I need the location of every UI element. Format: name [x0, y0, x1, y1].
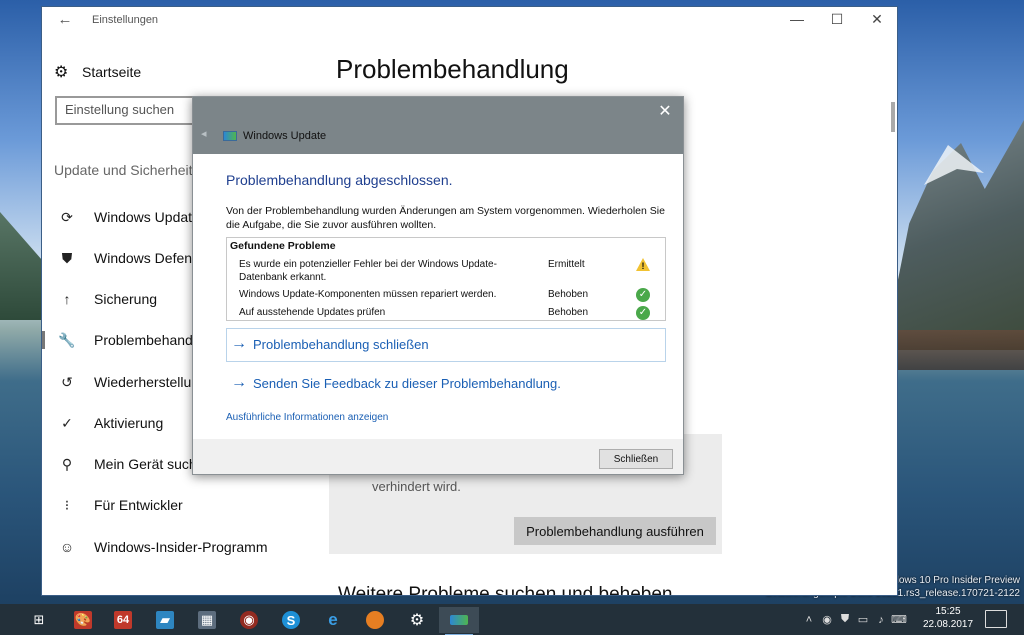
mountain-left [0, 212, 42, 320]
page-title: Problembehandlung [336, 54, 569, 84]
details-link[interactable]: Ausführliche Informationen anzeigen [226, 412, 388, 423]
troubleshooter-dialog: ✕ ◂ Windows Update Problembehandlung abg… [192, 96, 684, 475]
problem-status: Behoben [548, 289, 589, 300]
problems-title: Gefundene Probleme [230, 240, 336, 252]
arrow-right-icon: → [231, 374, 247, 391]
dialog-description: Von der Problembehandlung wurden Änderun… [226, 205, 665, 231]
dialog-app-title: Windows Update [223, 130, 326, 142]
history-icon: ↺ [61, 373, 73, 390]
close-button[interactable]: ✕ [867, 11, 887, 28]
skype-icon: S [282, 611, 300, 629]
warning-icon: ! [636, 258, 650, 272]
folder-icon: ▰ [156, 611, 174, 629]
taskbar-paint[interactable]: 🎨 [63, 607, 103, 633]
windows-update-icon [223, 131, 237, 141]
app-64-icon: 64 [114, 611, 132, 629]
dialog-header: ✕ ◂ Windows Update [193, 97, 683, 154]
scrollbar[interactable] [891, 102, 895, 132]
sidebar-item-label: Für Entwickler [94, 497, 183, 513]
back-arrow-icon[interactable]: ← [50, 11, 80, 28]
check-icon: ✓ [636, 288, 650, 302]
problem-status: Ermittelt [548, 259, 585, 270]
village-shore [894, 330, 1024, 370]
chevron-up-icon[interactable]: ˄ [800, 614, 818, 626]
troubleshooter-description: verhindert wird. [372, 479, 461, 494]
keyboard-icon[interactable]: ⌨ [890, 613, 908, 626]
edge-icon: e [328, 610, 338, 629]
sync-icon: ⟳ [61, 208, 73, 225]
maximize-button[interactable]: ☐ [827, 11, 847, 28]
developer-icon: ⁝ [64, 496, 70, 513]
section-header: Update und Sicherheit [54, 162, 193, 178]
clock-time: 15:25 [935, 606, 961, 617]
problem-status: Behoben [548, 307, 589, 318]
watermark-edition: Windows 10 Pro Insider Preview [876, 575, 1020, 586]
problems-list: Gefundene Probleme Es wurde ein potenzie… [226, 237, 666, 321]
clock-date: 22.08.2017 [922, 619, 974, 630]
dialog-body: Problembehandlung abgeschlossen. Von der… [193, 154, 683, 439]
check-circle-icon: ✓ [61, 414, 73, 431]
notification-center-icon[interactable] [985, 610, 1007, 628]
record-icon[interactable]: ◉ [818, 613, 836, 626]
arrow-right-icon: → [231, 335, 247, 352]
dialog-heading: Problembehandlung abgeschlossen. [226, 172, 453, 188]
sidebar-item-developers[interactable]: ⁝ Für Entwickler [42, 487, 317, 523]
person-pin-icon: ⚲ [61, 455, 73, 472]
paint-icon: 🎨 [74, 611, 92, 629]
minimize-button[interactable]: — [787, 11, 807, 27]
backup-icon: ↑ [63, 291, 71, 307]
windows-update-icon: ▬ [450, 615, 468, 625]
close-troubleshooter-link[interactable]: → Problembehandlung schließen [231, 335, 429, 353]
calculator-icon: ▦ [198, 611, 216, 629]
sidebar-item-label: Aktivierung [94, 415, 164, 431]
shield-icon: ⛊ [61, 249, 73, 266]
settings-titlebar: ← Einstellungen — ☐ ✕ [42, 7, 897, 32]
dialog-app-name: Windows Update [243, 130, 327, 142]
more-problems-heading: Weitere Probleme suchen und beheben [338, 584, 673, 595]
sidebar-item-label: Windows-Insider-Programm [94, 539, 268, 555]
volume-icon[interactable]: ♪ [872, 614, 890, 626]
clock[interactable]: 15:25 22.08.2017 [922, 605, 974, 631]
insider-icon: ☺ [59, 539, 75, 555]
network-icon[interactable]: ▭ [854, 613, 872, 626]
feedback-link[interactable]: → Senden Sie Feedback zu dieser Problemb… [231, 374, 561, 392]
taskbar-skype[interactable]: S [271, 607, 311, 633]
taskbar-folder[interactable]: ▰ [145, 607, 185, 633]
dialog-back-icon[interactable]: ◂ [201, 127, 207, 140]
window-title: Einstellungen [92, 13, 159, 26]
close-link-label: Problembehandlung schließen [253, 336, 429, 352]
taskbar-media[interactable]: ◉ [229, 607, 269, 633]
firefox-icon: ● [366, 611, 384, 629]
feedback-link-label: Senden Sie Feedback zu dieser Problembeh… [253, 375, 561, 391]
wrench-icon: 🔧 [58, 331, 76, 348]
system-tray: ˄ ◉ ⛊ ▭ ♪ ⌨ [800, 604, 908, 635]
media-icon: ◉ [240, 611, 258, 629]
sidebar-item-label: Wiederherstellung [94, 374, 207, 390]
dialog-close-icon[interactable]: ✕ [655, 101, 675, 121]
defender-shield-icon[interactable]: ⛊ [836, 613, 854, 626]
home-nav-item[interactable]: ⚙ Startseite [54, 62, 141, 82]
taskbar-calculator[interactable]: ▦ [187, 607, 227, 633]
taskbar-windows-update[interactable]: ▬ [439, 607, 479, 635]
taskbar-settings[interactable]: ⚙ [397, 607, 437, 633]
home-label: Startseite [82, 64, 142, 80]
check-icon: ✓ [636, 306, 650, 320]
problem-text: Es wurde ein potenzieller Fehler bei der… [239, 259, 497, 283]
sidebar-item-label: Sicherung [94, 291, 158, 307]
gear-icon: ⚙ [409, 612, 425, 629]
taskbar-app-64[interactable]: 64 [103, 607, 143, 633]
gear-icon: ⚙ [54, 64, 69, 81]
sidebar-item-label: Windows Update [94, 209, 200, 225]
run-troubleshooter-button[interactable]: Problembehandlung ausführen [514, 517, 716, 545]
dialog-footer: Schließen [193, 439, 683, 474]
start-button[interactable]: ⊞ [19, 607, 59, 633]
taskbar-edge[interactable]: e [313, 607, 353, 633]
problem-text: Auf ausstehende Updates prüfen [239, 307, 386, 318]
taskbar-firefox[interactable]: ● [355, 607, 395, 633]
problem-text: Windows Update-Komponenten müssen repari… [239, 289, 497, 300]
windows-logo-icon: ⊞ [33, 612, 45, 627]
sidebar-item-insider[interactable]: ☺ Windows-Insider-Programm [42, 529, 317, 565]
dialog-close-button[interactable]: Schließen [599, 449, 673, 469]
